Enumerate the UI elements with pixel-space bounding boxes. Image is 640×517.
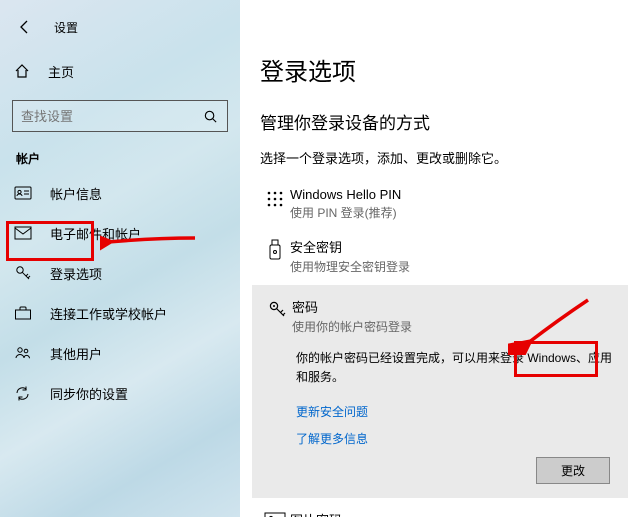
option-security-key[interactable]: 安全密钥 使用物理安全密钥登录	[260, 231, 620, 285]
sync-icon	[14, 385, 36, 402]
option-pin-subtitle: 使用 PIN 登录(推荐)	[290, 204, 401, 221]
sidebar: 设置 主页 帐户 帐户信息 电子邮件和帐户	[0, 0, 240, 517]
arrow-left-icon	[17, 19, 33, 35]
nav-sync-settings[interactable]: 同步你的设置	[0, 373, 240, 413]
home-label: 主页	[48, 62, 74, 81]
key-icon	[14, 264, 36, 282]
nav-work-school[interactable]: 连接工作或学校帐户	[0, 293, 240, 333]
manage-heading: 管理你登录设备的方式	[260, 109, 620, 134]
nav-email-accounts[interactable]: 电子邮件和帐户	[0, 213, 240, 253]
nav-other-users[interactable]: 其他用户	[0, 333, 240, 373]
option-picpw-title: 图片密码	[290, 510, 494, 517]
option-password[interactable]: 密码 使用你的帐户密码登录	[262, 293, 618, 343]
option-pin-title: Windows Hello PIN	[290, 187, 401, 202]
select-option-desc: 选择一个登录选项，添加、更改或删除它。	[260, 148, 620, 167]
search-input[interactable]	[21, 109, 201, 124]
option-seckey-title: 安全密钥	[290, 237, 410, 256]
main-content: 登录选项 管理你登录设备的方式 选择一个登录选项，添加、更改或删除它。 Wind…	[240, 0, 640, 517]
briefcase-icon	[14, 305, 36, 321]
learn-more-link[interactable]: 了解更多信息	[296, 430, 618, 447]
option-password-title: 密码	[292, 297, 412, 316]
mail-icon	[14, 226, 36, 240]
nav-signin-options[interactable]: 登录选项	[0, 253, 240, 293]
nav-account-info[interactable]: 帐户信息	[0, 173, 240, 213]
pin-keypad-icon	[260, 187, 290, 209]
option-password-subtitle: 使用你的帐户密码登录	[292, 318, 412, 335]
back-button[interactable]	[12, 14, 38, 40]
settings-title: 设置	[54, 19, 78, 36]
change-password-button[interactable]: 更改	[536, 457, 610, 484]
option-picture-password[interactable]: 图片密码 轻扫并点击你最喜爱的照片以解锁设备	[260, 504, 620, 517]
option-pin[interactable]: Windows Hello PIN 使用 PIN 登录(推荐)	[260, 181, 620, 231]
page-title: 登录选项	[260, 52, 620, 87]
option-seckey-subtitle: 使用物理安全密钥登录	[290, 258, 410, 275]
nav-label: 同步你的设置	[50, 384, 128, 403]
nav-label: 帐户信息	[50, 184, 102, 203]
usbkey-icon	[260, 237, 290, 261]
key-icon	[262, 297, 292, 319]
id-card-icon	[14, 186, 36, 200]
search-icon	[201, 107, 219, 125]
nav-label: 电子邮件和帐户	[50, 224, 141, 243]
home-link[interactable]: 主页	[0, 52, 240, 90]
option-password-expanded: 密码 使用你的帐户密码登录 你的帐户密码已经设置完成，可以用来登录 Window…	[252, 285, 628, 498]
nav-label: 连接工作或学校帐户	[50, 304, 167, 323]
search-box[interactable]	[12, 100, 228, 132]
nav-label: 登录选项	[50, 264, 102, 283]
update-security-questions-link[interactable]: 更新安全问题	[296, 403, 618, 420]
home-icon	[14, 63, 36, 79]
people-icon	[14, 345, 36, 361]
nav-label: 其他用户	[50, 344, 102, 363]
password-detail-text: 你的帐户密码已经设置完成，可以用来登录 Windows、应用和服务。	[296, 349, 618, 387]
section-header-accounts: 帐户	[0, 142, 240, 173]
picture-icon	[260, 510, 290, 517]
